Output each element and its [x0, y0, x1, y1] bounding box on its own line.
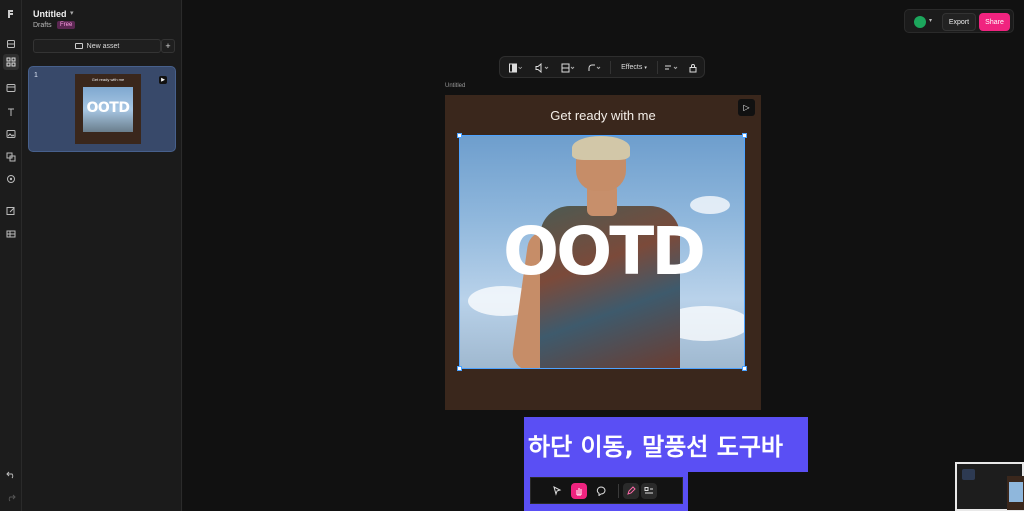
text-icon[interactable]	[3, 104, 19, 120]
thumbnail-heading: Get ready with me	[91, 77, 125, 82]
person-hair	[572, 136, 630, 160]
template-icon[interactable]	[3, 80, 19, 96]
asset-icon	[74, 43, 83, 49]
assets-panel: Untitled ▾ Drafts Free New asset + 1 Get…	[22, 0, 182, 511]
thumbnail-overlay-text: OOTD	[86, 100, 130, 116]
page-thumbnail-card[interactable]: 1 Get ready with me OOTD ▶	[28, 66, 176, 152]
hand-icon[interactable]	[571, 483, 587, 499]
bottom-toolbar	[530, 477, 683, 504]
record-icon[interactable]	[3, 171, 19, 187]
redo-icon[interactable]	[3, 489, 19, 505]
play-icon[interactable]: ▷	[738, 99, 755, 116]
header-actions: ▾ Export Share	[904, 9, 1014, 33]
shapes-icon[interactable]	[3, 149, 19, 165]
new-asset-button[interactable]: New asset	[33, 39, 161, 53]
avatar[interactable]	[914, 16, 926, 28]
lock-icon[interactable]	[686, 61, 700, 74]
image-icon[interactable]	[3, 126, 19, 142]
share-button[interactable]: Share	[979, 13, 1010, 31]
toolbar-divider	[610, 61, 611, 74]
frame-label[interactable]: Untitled	[445, 83, 465, 89]
app-window: Untitled ▾ Drafts Free New asset + 1 Get…	[0, 0, 1024, 511]
cloud-shape	[690, 196, 730, 214]
new-asset-label: New asset	[86, 42, 120, 50]
logo-icon[interactable]	[3, 6, 19, 22]
document-title[interactable]: Untitled	[33, 9, 67, 19]
comment-icon[interactable]	[593, 483, 609, 499]
toolbar-divider	[618, 484, 619, 498]
chevron-down-icon[interactable]: ▾	[929, 17, 932, 24]
grid-icon[interactable]	[3, 54, 19, 70]
edit-icon[interactable]	[3, 203, 19, 219]
pen-icon[interactable]	[623, 483, 639, 499]
document-location[interactable]: Drafts	[33, 22, 52, 29]
frame-heading[interactable]: Get ready with me	[445, 108, 761, 123]
code-icon[interactable]	[641, 483, 657, 499]
chevron-down-icon: ▾	[644, 64, 647, 71]
pointer-icon[interactable]	[549, 483, 565, 499]
mini-preview[interactable]	[955, 462, 1024, 511]
play-icon[interactable]: ▶	[159, 76, 167, 84]
page-number: 1	[34, 72, 38, 79]
effects-button[interactable]: Effects ▾	[616, 61, 652, 74]
add-page-button[interactable]: +	[161, 39, 175, 53]
plan-badge: Free	[57, 21, 76, 29]
undo-icon[interactable]	[3, 466, 19, 482]
page-thumbnail: Get ready with me OOTD	[75, 74, 141, 144]
fill-icon[interactable]	[507, 61, 525, 74]
effects-label: Effects	[621, 64, 643, 71]
design-frame[interactable]: Get ready with me ▷ OOTD	[445, 95, 761, 410]
layout-icon[interactable]	[559, 61, 577, 74]
toolbar-divider	[657, 61, 658, 74]
layers-icon[interactable]	[3, 36, 19, 52]
annotation-label: 하단 이동, 말풍선 도구바	[524, 417, 808, 472]
table-icon[interactable]	[3, 226, 19, 242]
element-toolbar: Effects ▾	[499, 56, 705, 78]
mini-preview-item	[962, 469, 975, 480]
align-icon[interactable]	[662, 61, 680, 74]
chevron-down-icon[interactable]: ▾	[70, 9, 74, 17]
corner-radius-icon[interactable]	[585, 61, 603, 74]
mini-preview-thumbnail	[1007, 476, 1024, 510]
mini-preview-photo	[1009, 482, 1023, 502]
export-button[interactable]: Export	[942, 13, 976, 31]
left-icon-rail	[0, 0, 22, 511]
overlay-text[interactable]: OOTD	[445, 219, 761, 285]
volume-icon[interactable]	[533, 61, 551, 74]
